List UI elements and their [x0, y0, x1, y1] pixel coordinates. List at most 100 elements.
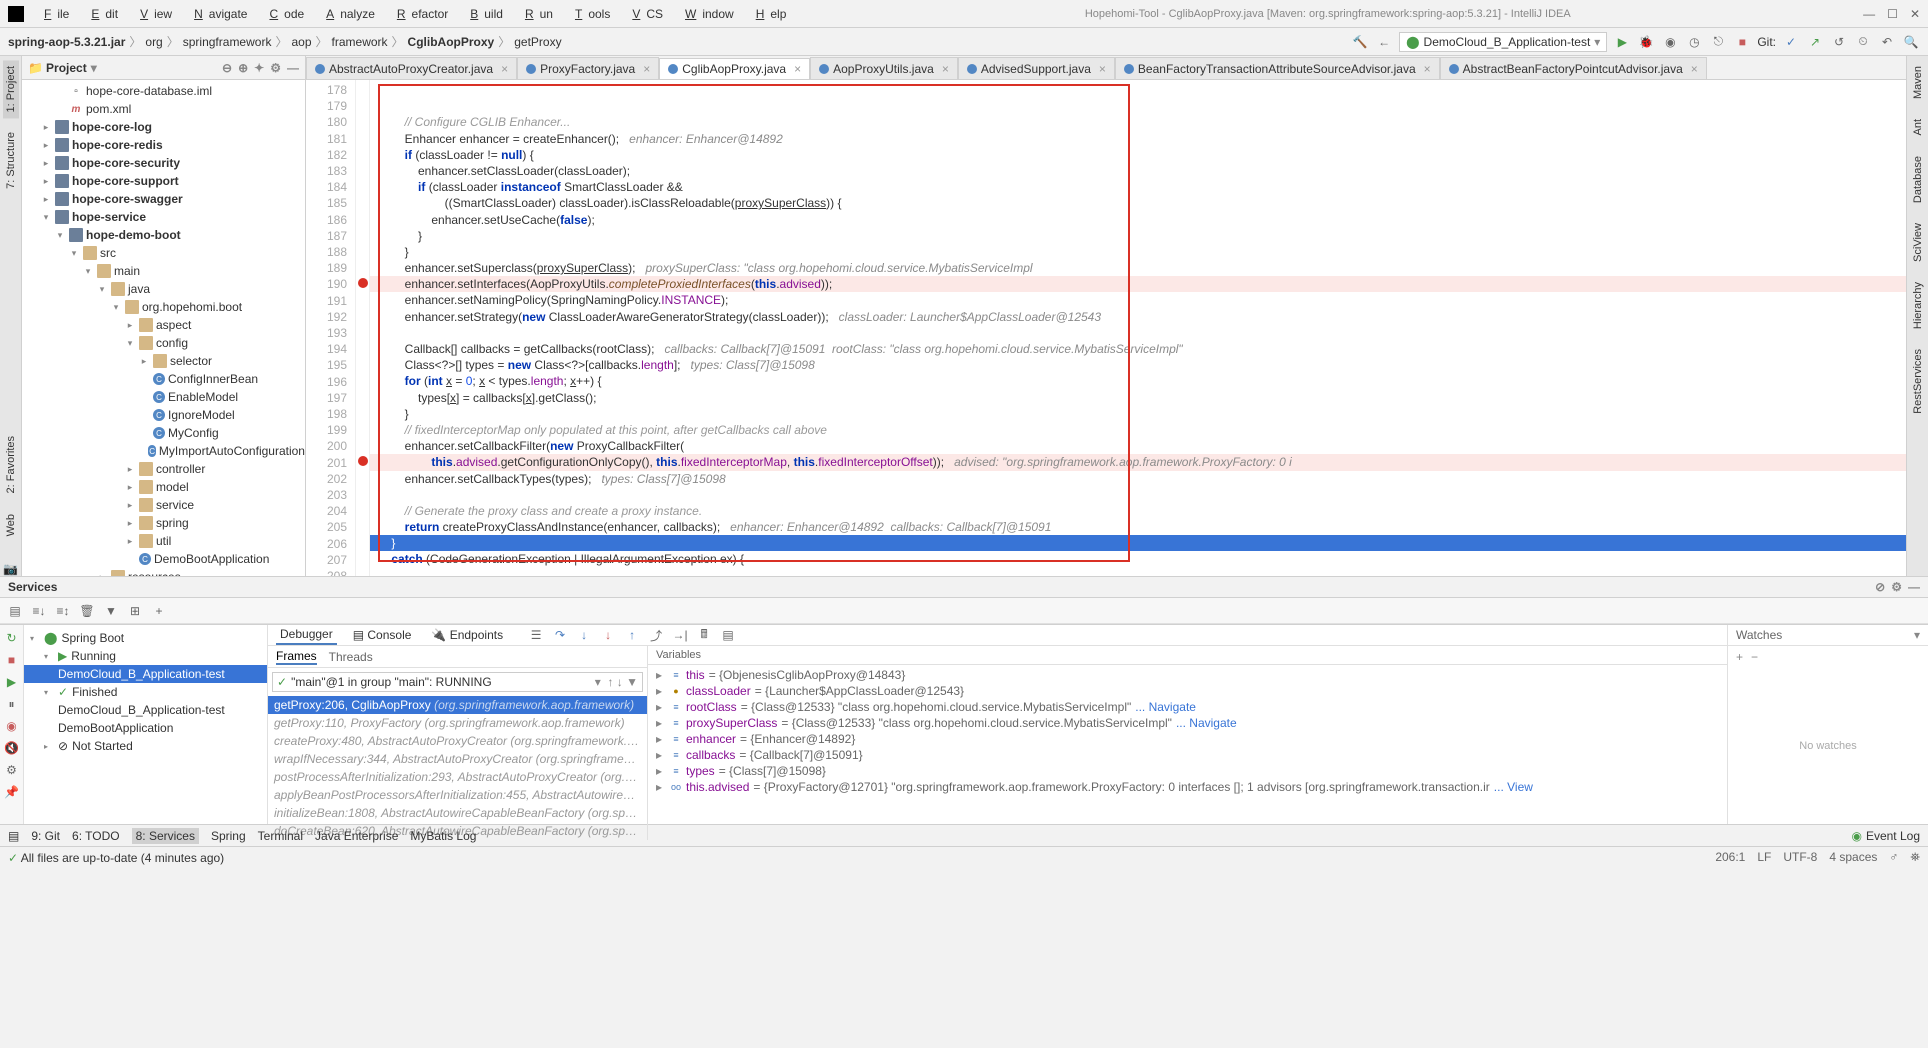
add-icon[interactable]: ▤ [6, 602, 24, 620]
finished-app[interactable]: DemoCloud_B_Application-test [24, 701, 267, 719]
vcs-push-icon[interactable]: ↺ [1830, 33, 1848, 51]
editor-tab[interactable]: BeanFactoryTransactionAttributeSourceAdv… [1115, 57, 1440, 79]
status-item[interactable]: LF [1757, 850, 1771, 865]
breakpoint-icon[interactable] [358, 456, 368, 466]
maven-tool-tab[interactable]: Maven [1910, 60, 1926, 105]
variable-row[interactable]: ▸≡ types = {Class[7]@15098} [648, 763, 1727, 779]
close-icon[interactable]: ✕ [1910, 7, 1920, 21]
debugger-tab[interactable]: Debugger [276, 625, 337, 645]
menu-help[interactable]: Help [744, 5, 793, 23]
variable-row[interactable]: ▸≡ rootClass = {Class@12533} "class org.… [648, 699, 1727, 715]
breadcrumb-item[interactable]: aop [291, 35, 311, 49]
tree-node[interactable]: ▸hope-core-swagger [22, 190, 305, 208]
favorites-tool-tab[interactable]: 2: Favorites [3, 430, 19, 499]
force-step-icon[interactable]: ↓ [599, 626, 617, 644]
search-icon[interactable]: 🔍 [1902, 33, 1920, 51]
database-tool-tab[interactable]: Database [1910, 150, 1926, 209]
console-tab[interactable]: ▤ Console [349, 626, 416, 644]
tree-node[interactable]: ▾src [22, 244, 305, 262]
project-tool-tab[interactable]: 1: Project [3, 60, 19, 118]
bottom-tab[interactable]: 8: Services [132, 828, 199, 844]
tree-node[interactable]: CConfigInnerBean [22, 370, 305, 388]
run-config-selector[interactable]: ⬤ DemoCloud_B_Application-test ▾ [1399, 32, 1607, 52]
tree-node[interactable]: ▸spring [22, 514, 305, 532]
tree-node[interactable]: ▸resources [22, 568, 305, 576]
collapse-icon[interactable]: ⊖ [222, 61, 232, 75]
status-item[interactable]: ⛯ [1910, 850, 1920, 865]
breadcrumb-item[interactable]: CglibAopProxy [408, 35, 495, 49]
variable-row[interactable]: ▸oo this.advised = {ProxyFactory@12701} … [648, 779, 1727, 795]
tree-node[interactable]: ▾config [22, 334, 305, 352]
status-item[interactable]: 206:1 [1715, 850, 1745, 865]
tree-node[interactable]: ▾hope-service [22, 208, 305, 226]
evaluate-icon[interactable]: 🖩 [695, 626, 713, 644]
menu-navigate[interactable]: Navigate [182, 5, 253, 23]
editor-tab[interactable]: AbstractAutoProxyCreator.java× [306, 57, 517, 79]
pin-icon[interactable]: ⊘ [1875, 580, 1885, 594]
menu-file[interactable]: File [32, 5, 75, 23]
tree-node[interactable]: CMyConfig [22, 424, 305, 442]
build-icon[interactable]: 🔨 [1351, 33, 1369, 51]
coverage-icon[interactable]: ◉ [1661, 33, 1679, 51]
finished-node[interactable]: ▾✓Finished [24, 683, 267, 701]
tree-node[interactable]: CDemoBootApplication [22, 550, 305, 568]
vcs-rollback-icon[interactable]: ↶ [1878, 33, 1896, 51]
menu-analyze[interactable]: Analyze [314, 5, 381, 23]
stack-frame[interactable]: wrapIfNecessary:344, AbstractAutoProxyCr… [268, 750, 647, 768]
running-app[interactable]: DemoCloud_B_Application-test [24, 665, 267, 683]
tree-node[interactable]: ▫hope-core-database.iml [22, 82, 305, 100]
breadcrumb-item[interactable]: getProxy [514, 35, 561, 49]
code-body[interactable]: // Configure CGLIB Enhancer... Enhancer … [370, 80, 1906, 576]
ant-tool-tab[interactable]: Ant [1910, 113, 1926, 142]
event-log[interactable]: ◉ Event Log [1851, 829, 1920, 843]
pause-icon[interactable]: ⏸ [3, 695, 21, 713]
tree-node[interactable]: CIgnoreModel [22, 406, 305, 424]
view-icon[interactable]: ≡↕ [54, 602, 72, 620]
stop-icon[interactable]: ■ [1733, 33, 1751, 51]
vcs-history-icon[interactable]: ⏲ [1854, 33, 1872, 51]
status-item[interactable]: UTF-8 [1783, 850, 1817, 865]
gear-icon[interactable]: ⚙ [1891, 580, 1902, 594]
tree-node[interactable]: ▸aspect [22, 316, 305, 334]
spring-boot-node[interactable]: ▾⬤Spring Boot [24, 629, 267, 647]
web-tool-tab[interactable]: Web [3, 508, 19, 542]
bottom-tab[interactable]: MyBatis Log [410, 829, 476, 843]
pin-icon[interactable]: 📌 [3, 783, 21, 801]
tree-node[interactable]: ▾main [22, 262, 305, 280]
bottom-tab[interactable]: Spring [211, 829, 246, 843]
editor-tab[interactable]: ProxyFactory.java× [517, 57, 659, 79]
editor-tab[interactable]: AopProxyUtils.java× [810, 57, 958, 79]
editor-tab[interactable]: AdvisedSupport.java× [958, 57, 1115, 79]
plus-icon[interactable]: + [150, 602, 168, 620]
breakpoint-icon[interactable] [358, 278, 368, 288]
tree-node[interactable]: ▸controller [22, 460, 305, 478]
structure-tool-tab[interactable]: 7: Structure [3, 126, 19, 195]
attach-icon[interactable]: ⎋ [1709, 33, 1727, 51]
step-into-icon[interactable]: ↓ [575, 626, 593, 644]
tree-node[interactable]: CMyImportAutoConfiguration [22, 442, 305, 460]
stack-frame[interactable]: getProxy:110, ProxyFactory (org.springfr… [268, 714, 647, 732]
code-editor[interactable]: 178 179 180 181 182 183 184 185 186 187 … [306, 80, 1906, 576]
hide-icon[interactable]: — [1908, 580, 1920, 594]
tree-node[interactable]: ▾java [22, 280, 305, 298]
run-icon[interactable]: ▶ [1613, 33, 1631, 51]
tree-node[interactable]: ▸service [22, 496, 305, 514]
breadcrumb-item[interactable]: springframework [183, 35, 272, 49]
running-node[interactable]: ▾▶Running [24, 647, 267, 665]
filter-icon[interactable]: 🗑 [78, 602, 96, 620]
thread-selector[interactable]: ✓"main"@1 in group "main": RUNNING ▾ ↑ ↓… [272, 672, 643, 692]
gear-icon[interactable]: ⚙ [270, 61, 281, 75]
tree-node[interactable]: ▸hope-core-log [22, 118, 305, 136]
step-out-icon[interactable]: ↑ [623, 626, 641, 644]
services-tree[interactable]: ▾⬤Spring Boot ▾▶Running DemoCloud_B_Appl… [24, 625, 268, 824]
project-tree[interactable]: ▫hope-core-database.imlmpom.xml▸hope-cor… [22, 80, 305, 576]
rerun-icon[interactable]: ≡↓ [30, 602, 48, 620]
bottom-tab[interactable]: 6: TODO [72, 829, 120, 843]
breadcrumb-item[interactable]: spring-aop-5.3.21.jar [8, 35, 125, 49]
mute-bp-icon[interactable]: 🔇 [3, 739, 21, 757]
menu-code[interactable]: Code [257, 5, 310, 23]
vcs-update-icon[interactable]: ✓ [1782, 33, 1800, 51]
menu-view[interactable]: View [128, 5, 178, 23]
tree-node[interactable]: ▸util [22, 532, 305, 550]
menu-vcs[interactable]: VCS [620, 5, 669, 23]
